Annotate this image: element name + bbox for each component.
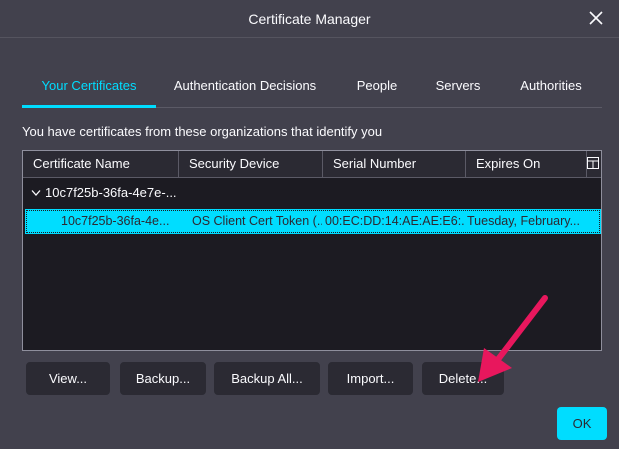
backup-button[interactable]: Backup...: [120, 362, 206, 395]
column-header-expires-on[interactable]: Expires On: [466, 151, 587, 177]
chevron-down-icon[interactable]: [31, 189, 41, 197]
cell-expires-on: Tuesday, February...: [467, 214, 581, 228]
title-bar: Certificate Manager: [0, 0, 619, 38]
column-header-certificate-name[interactable]: Certificate Name: [23, 151, 179, 177]
view-button[interactable]: View...: [26, 362, 110, 395]
tab-your-certificates[interactable]: Your Certificates: [22, 70, 156, 108]
column-picker-icon[interactable]: [587, 157, 599, 169]
ok-button[interactable]: OK: [557, 407, 607, 440]
cell-serial-number: 00:EC:DD:14:AE:AE:E6:...: [325, 214, 465, 228]
table-header: Certificate Name Security Device Serial …: [23, 151, 601, 178]
backup-all-button[interactable]: Backup All...: [214, 362, 320, 395]
cell-security-device: OS Client Cert Token (...: [192, 214, 322, 228]
tab-people[interactable]: People: [347, 70, 407, 107]
import-button[interactable]: Import...: [328, 362, 413, 395]
tab-authorities[interactable]: Authorities: [511, 70, 591, 107]
table-row[interactable]: 10c7f25b-36fa-4e... OS Client Cert Token…: [25, 209, 601, 234]
tab-servers[interactable]: Servers: [427, 70, 489, 107]
tab-bar: Your Certificates Authentication Decisio…: [22, 70, 602, 108]
description-text: You have certificates from these organiz…: [22, 124, 383, 139]
tree-group-row[interactable]: 10c7f25b-36fa-4e7e-...: [23, 179, 601, 207]
column-header-security-device[interactable]: Security Device: [179, 151, 323, 177]
annotation-arrow: [478, 295, 548, 382]
column-header-serial-number[interactable]: Serial Number: [323, 151, 466, 177]
dialog-title: Certificate Manager: [248, 11, 371, 27]
cell-certificate-name: 10c7f25b-36fa-4e...: [61, 214, 170, 228]
close-icon[interactable]: [587, 9, 605, 27]
tab-authentication-decisions[interactable]: Authentication Decisions: [170, 70, 320, 107]
tree-group-label: 10c7f25b-36fa-4e7e-...: [45, 185, 177, 200]
